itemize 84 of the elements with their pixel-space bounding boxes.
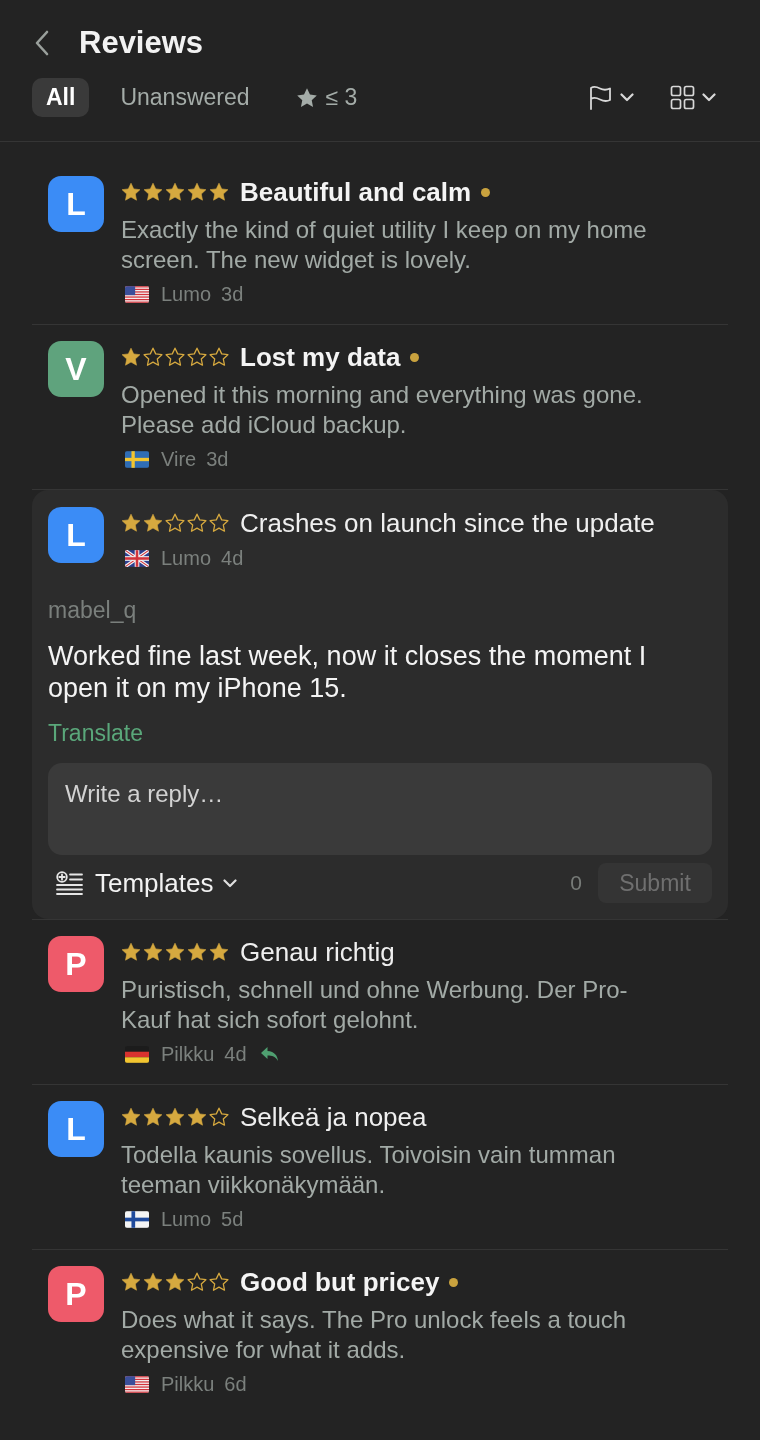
- app-avatar: L: [48, 1101, 104, 1157]
- app-name: Pilkku: [161, 1372, 215, 1396]
- review-card[interactable]: L Crashes on launch since the update Lumo 4d mabel_q Worked fine last week, now it closes the moment I open it on my iPhone 15. Translate Write a reply… Templates 0 Submit: [32, 490, 728, 919]
- chevron-down-icon: [222, 878, 237, 888]
- us-flag-icon: [125, 285, 149, 303]
- review-text: Puristisch, schnell und ohne Werbung. Der Pro-Kauf hat sich sofort gelohnt.: [121, 975, 629, 1035]
- review-text: Exactly the kind of quiet utility I keep on my home screen. The new widget is lovely.: [121, 215, 648, 275]
- uk-flag-icon: [125, 549, 149, 567]
- review-text: Worked fine last week, now it closes the moment I open it on my iPhone 15.: [48, 640, 648, 704]
- review-age: 5d: [221, 1207, 244, 1231]
- templates-icon: [56, 871, 83, 895]
- star-outline-icon: [209, 1107, 229, 1127]
- character-count: 0: [570, 871, 582, 895]
- star-icon: [187, 182, 207, 202]
- star-icon: [121, 942, 141, 962]
- star-outline-icon: [209, 1272, 229, 1292]
- templates-button[interactable]: Templates: [48, 867, 237, 899]
- star-icon: [143, 1272, 163, 1292]
- star-outline-icon: [187, 347, 207, 367]
- review-title: Lost my data: [240, 341, 401, 373]
- app-name: Lumo: [161, 282, 212, 306]
- review-text: Opened it this morning and everything was gone. Please add iCloud backup.: [121, 380, 644, 440]
- app-name: Vire: [161, 447, 197, 471]
- app-avatar: P: [48, 936, 104, 992]
- review-age: 6d: [224, 1372, 247, 1396]
- star-icon: [187, 1107, 207, 1127]
- app-name: Lumo: [161, 546, 212, 570]
- star-outline-icon: [209, 513, 229, 533]
- star-icon: [143, 182, 163, 202]
- star-icon: [121, 182, 141, 202]
- star-icon: [121, 1107, 141, 1127]
- grid-icon: [670, 85, 695, 110]
- star-icon: [165, 1272, 185, 1292]
- page-title: Reviews: [79, 25, 204, 61]
- review-title: Good but pricey: [240, 1266, 440, 1298]
- flag-icon: [588, 85, 613, 110]
- star-icon: [121, 1272, 141, 1292]
- chevron-down-icon: [620, 93, 634, 102]
- star-icon: [165, 182, 185, 202]
- review-title: Crashes on launch since the update: [240, 507, 655, 539]
- star-icon: [165, 942, 185, 962]
- author-name: mabel_q: [48, 597, 138, 623]
- app-name: Lumo: [161, 1207, 212, 1231]
- star-icon: [143, 942, 163, 962]
- app-avatar: V: [48, 341, 104, 397]
- review-text: Does what it says. The Pro unlock feels a touch expensive for what it adds.: [121, 1305, 628, 1365]
- review-age: 3d: [221, 282, 244, 306]
- app-avatar: L: [48, 507, 104, 563]
- us-flag-icon: [125, 1375, 149, 1393]
- app-avatar: L: [48, 176, 104, 232]
- finland-flag-icon: [125, 1210, 149, 1228]
- star-outline-icon: [165, 513, 185, 533]
- reply-field[interactable]: Write a reply…: [48, 763, 712, 855]
- sweden-flag-icon: [125, 450, 149, 468]
- star-outline-icon: [209, 347, 229, 367]
- filter-tab[interactable]: Unanswered: [105, 78, 265, 117]
- filter-tab[interactable]: All: [32, 78, 90, 117]
- star-icon: [121, 347, 141, 367]
- star-icon: [209, 182, 229, 202]
- review-text: Todella kaunis sovellus. Toivoisin vain tumman teeman viikkonäkymään.: [121, 1140, 617, 1200]
- review-age: 4d: [224, 1042, 247, 1066]
- back-button[interactable]: [34, 29, 50, 57]
- star-outline-icon: [165, 347, 185, 367]
- filter-tab[interactable]: ≤ 3: [280, 78, 373, 117]
- star-icon: [295, 86, 318, 109]
- star-icon: [209, 942, 229, 962]
- star-outline-icon: [143, 347, 163, 367]
- review-title: Selkeä ja nopea: [240, 1101, 427, 1133]
- review-age: 3d: [206, 447, 229, 471]
- review-age: 4d: [221, 546, 244, 570]
- star-icon: [143, 513, 163, 533]
- chevron-down-icon: [702, 93, 716, 102]
- star-icon: [187, 942, 207, 962]
- star-icon: [121, 513, 141, 533]
- review-title: Genau richtig: [240, 936, 395, 968]
- star-outline-icon: [187, 513, 207, 533]
- review-title: Beautiful and calm: [240, 176, 472, 208]
- star-icon: [143, 1107, 163, 1127]
- star-icon: [165, 1107, 185, 1127]
- translate-link[interactable]: Translate: [48, 719, 144, 747]
- app-name: Pilkku: [161, 1042, 215, 1066]
- app-avatar: P: [48, 1266, 104, 1322]
- star-outline-icon: [187, 1272, 207, 1292]
- germany-flag-icon: [125, 1045, 149, 1063]
